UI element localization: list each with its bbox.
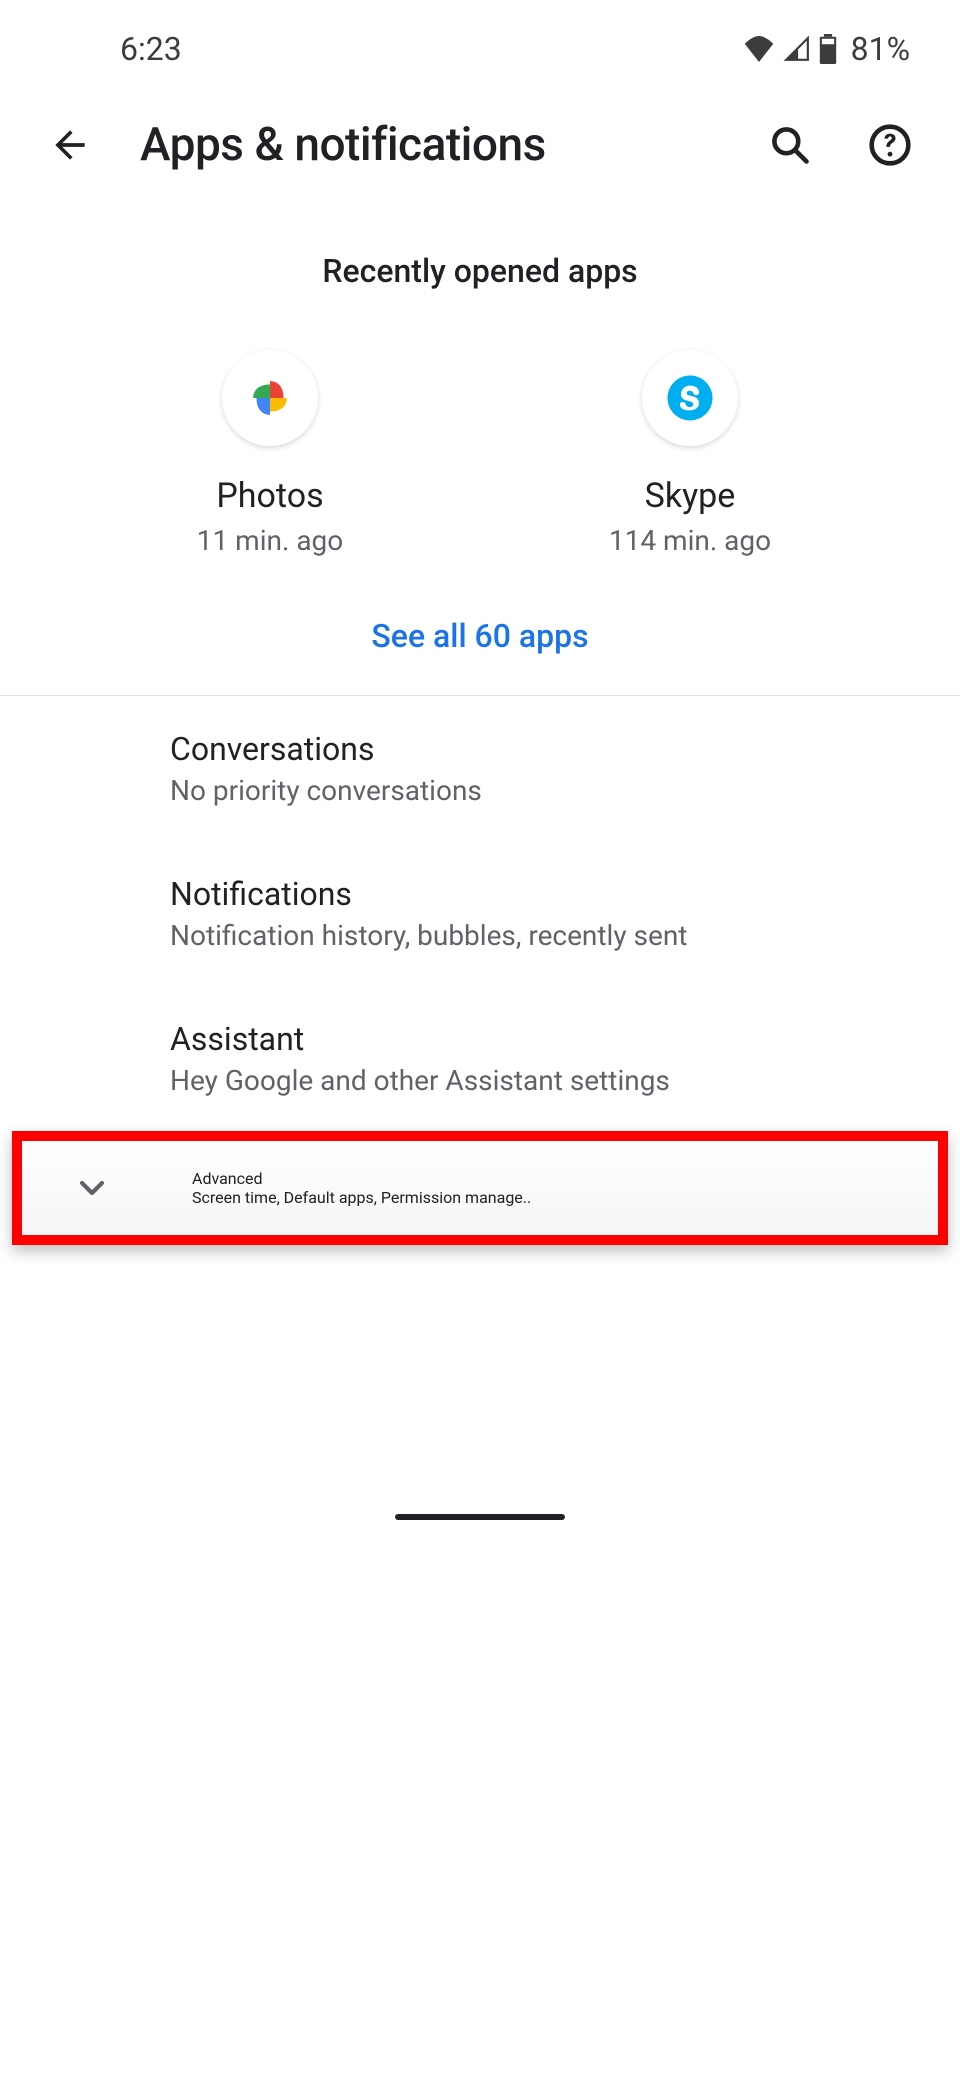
status-right: 81% <box>743 30 910 68</box>
recent-app-skype[interactable]: Skype 114 min. ago <box>540 350 840 557</box>
item-subtitle: No priority conversations <box>170 774 920 807</box>
notifications-item[interactable]: Notifications Notification history, bubb… <box>0 841 960 986</box>
item-title: Advanced <box>192 1169 898 1188</box>
see-all-apps-link[interactable]: See all 60 apps <box>0 617 960 655</box>
advanced-item[interactable]: Advanced Screen time, Default apps, Perm… <box>22 1141 938 1235</box>
app-bar: Apps & notifications <box>0 78 960 212</box>
app-name-label: Skype <box>645 476 736 516</box>
app-sub-label: 114 min. ago <box>609 524 771 557</box>
search-button[interactable] <box>760 123 820 167</box>
conversations-item[interactable]: Conversations No priority conversations <box>0 696 960 841</box>
item-subtitle: Hey Google and other Assistant settings <box>170 1064 920 1097</box>
highlight-annotation: Advanced Screen time, Default apps, Perm… <box>12 1131 948 1245</box>
app-name-label: Photos <box>216 476 323 516</box>
recent-apps-grid: Photos 11 min. ago Skype 114 min. ago <box>0 350 960 557</box>
battery-percent: 81% <box>851 30 910 68</box>
back-button[interactable] <box>40 123 100 167</box>
item-title: Conversations <box>170 730 920 768</box>
item-subtitle: Notification history, bubbles, recently … <box>170 919 920 952</box>
recent-apps-header: Recently opened apps <box>0 252 960 290</box>
item-subtitle: Screen time, Default apps, Permission ma… <box>192 1188 898 1207</box>
chevron-down-icon <box>72 1168 112 1208</box>
cell-signal-icon <box>783 36 811 62</box>
status-time: 6:23 <box>50 30 182 68</box>
wifi-icon <box>743 36 775 62</box>
recent-app-photos[interactable]: Photos 11 min. ago <box>120 350 420 557</box>
help-button[interactable] <box>860 123 920 167</box>
page-title: Apps & notifications <box>140 118 720 172</box>
item-title: Assistant <box>170 1020 920 1058</box>
battery-icon <box>819 34 837 64</box>
nav-handle[interactable] <box>395 1514 565 1520</box>
app-sub-label: 11 min. ago <box>197 524 344 557</box>
item-title: Notifications <box>170 875 920 913</box>
status-bar: 6:23 81% <box>0 0 960 78</box>
photos-icon <box>222 350 318 446</box>
assistant-item[interactable]: Assistant Hey Google and other Assistant… <box>0 986 960 1131</box>
skype-icon <box>642 350 738 446</box>
